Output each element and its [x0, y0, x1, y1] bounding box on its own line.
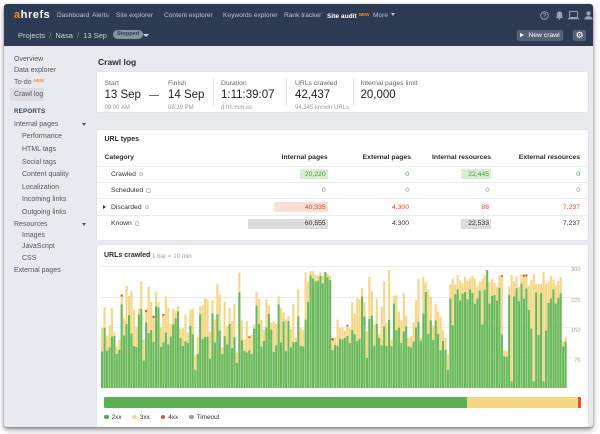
svg-text:?: ?	[543, 14, 547, 20]
